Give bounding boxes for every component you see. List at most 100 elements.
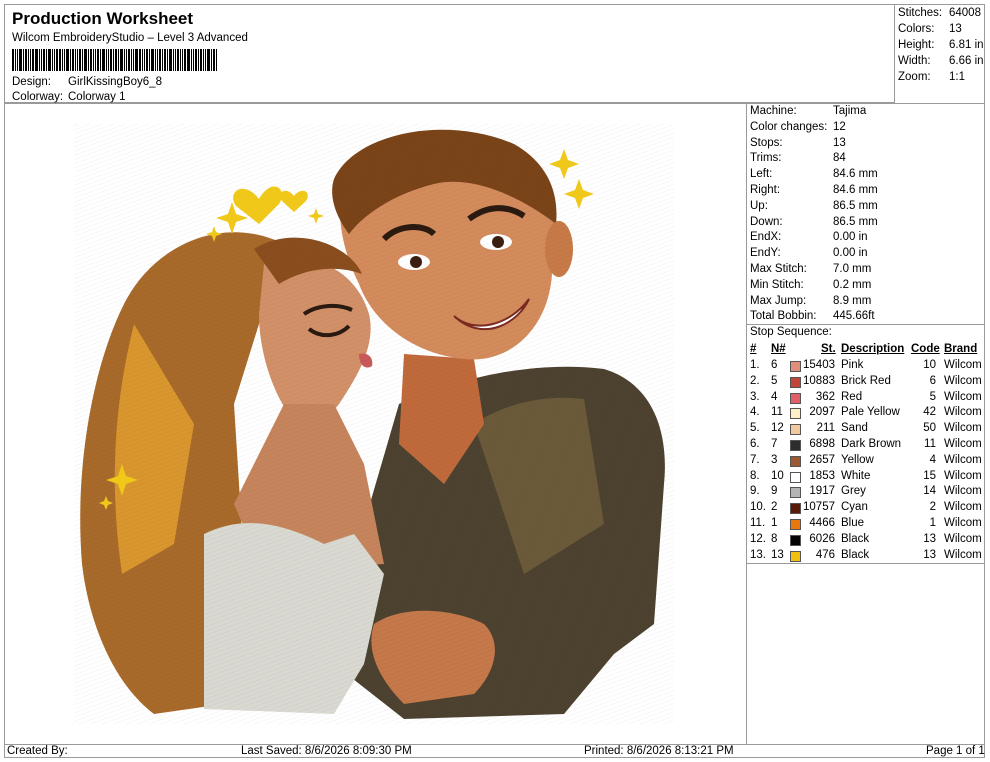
- table-row: 9. 9 1917 Grey 14 Wilcom: [747, 485, 985, 501]
- machine-info-panel: Machine: Tajima Color changes: 12 Stops: 13 Tr…: [746, 104, 985, 744]
- machine-info-label: Min Stitch:: [750, 278, 804, 291]
- barcode-bar: [182, 49, 183, 71]
- machine-info-value: 84: [833, 152, 846, 165]
- stat-value: 6.66 in: [949, 55, 984, 67]
- barcode-bar: [184, 49, 186, 71]
- row-number: 4.: [750, 406, 760, 419]
- barcode-bar: [35, 49, 38, 71]
- thread-description: White: [841, 469, 871, 482]
- color-swatch: [790, 440, 801, 451]
- barcode: [12, 49, 248, 71]
- thread-code: 4: [929, 453, 936, 466]
- thread-description: Pink: [841, 359, 864, 371]
- stat-label: Width:: [898, 55, 931, 67]
- last-saved: Last Saved: 8/6/2026 8:09:30 PM: [241, 745, 412, 757]
- stat-label: Zoom:: [898, 71, 931, 83]
- stat-zoom: Zoom: 1:1: [898, 71, 965, 83]
- stitch-count: 2657: [809, 453, 835, 466]
- stop-sequence-title: Stop Sequence:: [750, 326, 832, 338]
- machine-info-label: Stops:: [750, 136, 783, 149]
- machine-info-value: 8.9 mm: [833, 294, 872, 307]
- barcode-bar: [167, 49, 168, 71]
- barcode-bar: [213, 49, 215, 71]
- embroidery-illustration: [74, 124, 674, 724]
- machine-info-label: Down:: [750, 215, 783, 228]
- thread-code: 2: [929, 501, 936, 514]
- row-number: 1.: [750, 359, 760, 371]
- col-code-header: Code: [911, 343, 940, 355]
- barcode-bar: [205, 49, 206, 71]
- table-row: 3. 4 362 Red 5 Wilcom: [747, 391, 985, 407]
- table-row: 12. 8 6026 Black 13 Wilcom: [747, 533, 985, 549]
- row-number: 5.: [750, 422, 760, 435]
- barcode-bar: [54, 49, 55, 71]
- barcode-bar: [187, 49, 190, 71]
- barcode-bar: [149, 49, 150, 71]
- stitch-count: 1917: [809, 485, 835, 498]
- thread-code: 6: [929, 374, 936, 387]
- stat-colors: Colors: 13: [898, 23, 962, 35]
- machine-info-value: 86.5 mm: [833, 199, 878, 212]
- machine-info-row: EndY: 0.00 in: [750, 247, 868, 259]
- thread-brand: Wilcom: [944, 374, 982, 387]
- stat-value: 64008: [949, 7, 981, 19]
- colorway-name: Colorway 1: [68, 91, 126, 103]
- stitch-count: 476: [815, 548, 835, 561]
- page-title: Production Worksheet: [12, 9, 194, 28]
- software-name: Wilcom EmbroideryStudio – Level 3 Advanc…: [12, 32, 248, 44]
- machine-info-row: Min Stitch: 0.2 mm: [750, 279, 871, 291]
- row-number: 11.: [750, 517, 766, 529]
- barcode-bar: [28, 49, 29, 71]
- color-swatch: [790, 503, 801, 515]
- barcode-bar: [144, 49, 145, 71]
- barcode-bar: [88, 49, 89, 71]
- barcode-bar: [211, 49, 212, 71]
- thread-brand: Wilcom: [944, 453, 982, 466]
- barcode-bar: [135, 49, 138, 71]
- machine-info-row: Trims: 84: [750, 152, 846, 164]
- color-swatch: [790, 408, 801, 420]
- color-swatch: [790, 361, 801, 372]
- panel-divider: [747, 324, 985, 325]
- stitch-count: 1853: [809, 469, 835, 482]
- machine-info-row: Down: 86.5 mm: [750, 216, 878, 228]
- table-row: 2. 5 10883 Brick Red 6 Wilcom: [747, 375, 985, 391]
- machine-info-value: 84.6 mm: [833, 168, 878, 181]
- machine-info-row: Max Jump: 8.9 mm: [750, 295, 871, 307]
- machine-info-label: Up:: [750, 199, 768, 212]
- barcode-bar: [25, 49, 27, 71]
- barcode-bar: [162, 49, 163, 71]
- needle-number: 6: [771, 359, 778, 371]
- table-row: 11. 1 4466 Blue 1 Wilcom: [747, 517, 985, 533]
- barcode-bar: [95, 49, 96, 71]
- stat-width: Width: 6.66 in: [898, 55, 984, 67]
- thread-description: Grey: [841, 485, 866, 498]
- machine-info-label: EndX:: [750, 231, 782, 244]
- barcode-bar: [32, 49, 34, 71]
- barcode-bar: [108, 49, 109, 71]
- machine-info-label: Total Bobbin:: [750, 310, 817, 323]
- barcode-bar: [52, 49, 53, 71]
- row-number: 3.: [750, 390, 760, 403]
- barcode-bar: [173, 49, 174, 71]
- barcode-bar: [43, 49, 45, 71]
- barcode-bar: [113, 49, 114, 71]
- thread-description: Red: [841, 390, 863, 403]
- thread-code: 1: [929, 517, 936, 529]
- stitch-count: 10757: [803, 501, 835, 514]
- barcode-bar: [106, 49, 107, 71]
- row-number: 2.: [750, 374, 760, 387]
- table-row: 1. 6 15403 Pink 10 Wilcom: [747, 359, 985, 375]
- machine-info-value: 0.2 mm: [833, 278, 872, 291]
- table-row: 8. 10 1853 White 15 Wilcom: [747, 470, 985, 486]
- machine-info-value: 86.5 mm: [833, 215, 878, 228]
- barcode-bar: [142, 49, 143, 71]
- thread-brand: Wilcom: [944, 422, 982, 435]
- machine-info-label: EndY:: [750, 247, 781, 260]
- barcode-bar: [56, 49, 58, 71]
- table-row: 7. 3 2657 Yellow 4 Wilcom: [747, 454, 985, 470]
- thread-description: Dark Brown: [841, 438, 902, 450]
- stitch-count: 2097: [809, 406, 835, 419]
- table-row: 10. 2 10757 Cyan 2 Wilcom: [747, 501, 985, 517]
- machine-info-row: Stops: 13: [750, 137, 846, 149]
